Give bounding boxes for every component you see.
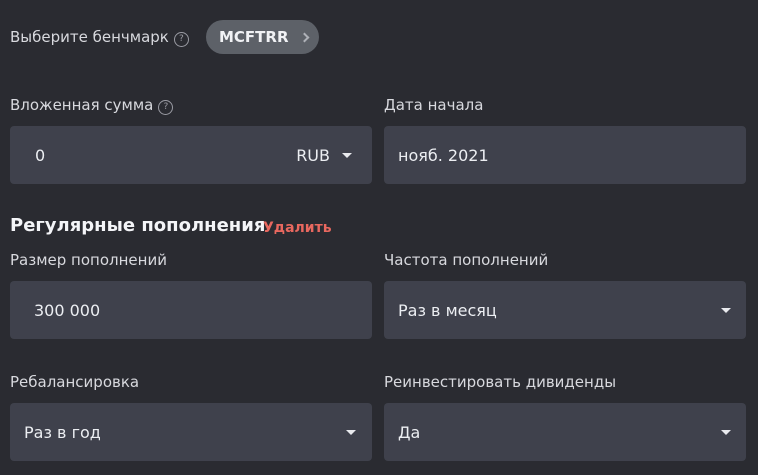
currency-select[interactable]: RUB [296,146,330,165]
start-date-field[interactable]: нояб. 2021 [384,126,746,184]
benchmark-value: MCFTRR [219,28,289,46]
start-date-value: нояб. 2021 [398,145,489,165]
chevron-right-icon [299,32,309,42]
dividends-select[interactable]: Да [384,403,746,461]
deposit-size-field [10,281,372,339]
deposit-size-label: Размер пополнений [10,251,167,269]
investment-amount-field: RUB [10,126,372,184]
start-date-label: Дата начала [384,96,484,114]
caret-down-icon [721,429,731,435]
investment-label-group: Вложенная сумма? [10,96,174,115]
dividends-label: Реинвестировать дивиденды [384,373,617,391]
deposit-size-input[interactable] [34,300,334,320]
dividends-value: Да [398,422,421,442]
deposit-frequency-value: Раз в месяц [398,300,497,320]
investment-amount-input[interactable] [35,145,235,165]
deposit-frequency-select[interactable]: Раз в месяц [384,281,746,339]
benchmark-label-group: Выберите бенчмарк? [10,28,189,47]
caret-down-icon[interactable] [342,152,352,158]
caret-down-icon [721,307,731,313]
rebalancing-select[interactable]: Раз в год [10,403,372,461]
benchmark-label: Выберите бенчмарк [10,28,169,46]
delete-regular-deposits-link[interactable]: Удалить [263,220,332,236]
currency-value: RUB [296,145,330,165]
rebalancing-value: Раз в год [24,422,101,442]
regular-deposits-title: Регулярные пополнения [10,215,266,236]
deposit-frequency-label: Частота пополнений [384,251,549,269]
benchmark-select-button[interactable]: MCFTRR [206,20,319,54]
investment-label: Вложенная сумма [10,96,154,114]
help-icon[interactable]: ? [173,32,189,47]
caret-down-icon [346,429,356,435]
help-icon[interactable]: ? [158,100,174,115]
rebalancing-label: Ребалансировка [10,373,140,391]
